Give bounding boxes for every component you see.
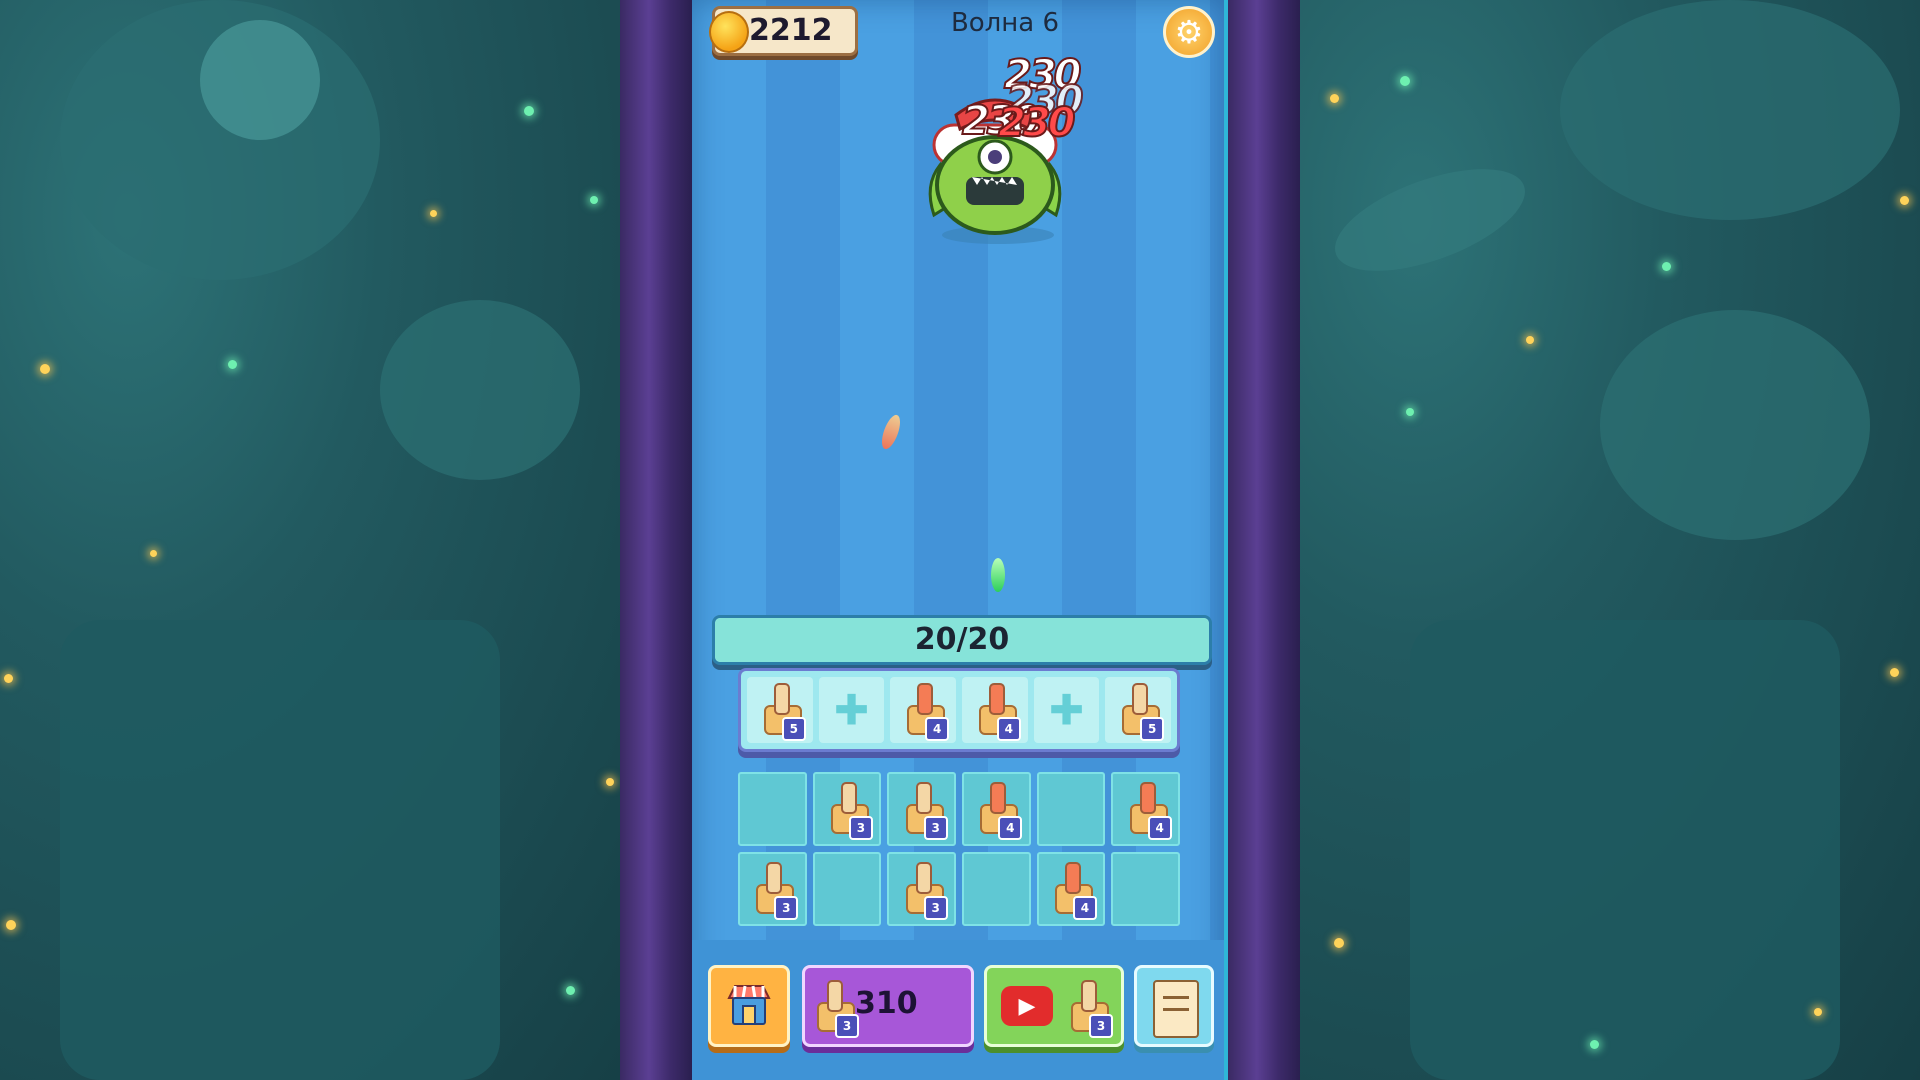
deploy-slot[interactable]: ✚ <box>818 677 885 743</box>
grid-cell[interactable] <box>1036 772 1106 846</box>
base-health-bar: 20/20 <box>712 615 1212 665</box>
video-play-icon: ▶ <box>1001 986 1053 1026</box>
grid-cell[interactable]: 3 <box>738 852 807 926</box>
turret-level-badge: 4 <box>998 815 1023 840</box>
buy-price: 310 <box>855 986 918 1021</box>
frame-left <box>620 0 698 1080</box>
settings-button[interactable]: ⚙ <box>1163 6 1215 58</box>
turret-icon: 4 <box>976 781 1023 840</box>
turret-icon: 3 <box>1067 980 1113 1038</box>
shop-button[interactable] <box>708 965 790 1047</box>
turret-level-badge: 3 <box>774 895 799 920</box>
grid-cell[interactable] <box>1111 852 1180 926</box>
turret-level-badge: 3 <box>848 815 873 840</box>
grid-cell[interactable]: 4 <box>1036 852 1106 926</box>
grid-cell[interactable]: 3 <box>812 772 882 846</box>
turret-icon: 5 <box>1118 682 1165 741</box>
turret-icon: 4 <box>975 682 1021 741</box>
turret-level-badge: 3 <box>923 815 948 840</box>
deploy-slot[interactable]: ✚ <box>1033 677 1100 743</box>
cannon-decoration <box>1410 620 1840 1080</box>
grid-cell[interactable]: 4 <box>961 772 1031 846</box>
turret-icon: 3 <box>813 980 859 1038</box>
watch-ad-button[interactable]: ▶ 3 <box>984 965 1124 1047</box>
turret-icon: 5 <box>760 682 806 741</box>
turret-icon: 3 <box>752 861 799 920</box>
deploy-slot[interactable]: 5 <box>747 677 813 743</box>
turret-icon: 3 <box>902 861 948 920</box>
scroll-icon <box>1153 980 1199 1038</box>
ufo-decoration <box>1322 148 1538 292</box>
coin-amount: 2212 <box>749 13 833 48</box>
grid-cell[interactable] <box>961 852 1031 926</box>
turret-level-badge: 3 <box>1089 1014 1113 1038</box>
turret-icon: 3 <box>902 781 948 840</box>
spiky-monster-decoration <box>1600 310 1870 540</box>
deploy-row: 5 ✚ 4 4 ✚ 5 <box>738 668 1180 752</box>
deploy-slot[interactable]: 4 <box>962 677 1028 743</box>
grid-cell[interactable]: 3 <box>887 852 956 926</box>
turret-level-badge: 4 <box>925 716 950 741</box>
turret-level-badge: 5 <box>781 716 806 741</box>
grid-cell[interactable] <box>812 852 882 926</box>
turret-icon: 4 <box>1051 861 1097 920</box>
frame-right <box>1222 0 1300 1080</box>
damage-number: 230 <box>997 99 1076 147</box>
buy-turret-button[interactable]: 3 310 <box>802 965 974 1047</box>
turret-icon: 3 <box>827 781 873 840</box>
turret-level-badge: 3 <box>923 895 948 920</box>
plus-icon: ✚ <box>833 685 870 735</box>
tasks-button[interactable] <box>1134 965 1214 1047</box>
merge-grid: 3 3 4 4 3 3 4 <box>738 772 1180 926</box>
grid-cell[interactable]: 3 <box>887 772 956 846</box>
turret-icon: 4 <box>903 682 950 741</box>
plus-icon: ✚ <box>1048 685 1085 735</box>
grid-cell[interactable] <box>738 772 807 846</box>
base-health-text: 20/20 <box>914 622 1010 657</box>
turret-icon: 4 <box>1126 781 1172 840</box>
turret-level-badge: 4 <box>1147 815 1172 840</box>
background-left <box>0 0 640 1080</box>
spiky-monster-decoration <box>380 300 580 480</box>
coin-icon <box>709 11 749 53</box>
cannon-decoration <box>60 620 500 1080</box>
eye-decoration <box>200 20 320 140</box>
deploy-slot[interactable]: 4 <box>890 677 957 743</box>
wave-label: Волна 6 <box>950 8 1060 38</box>
turret-level-badge: 4 <box>1072 895 1097 920</box>
deploy-slot[interactable]: 5 <box>1105 677 1172 743</box>
turret-level-badge: 5 <box>1140 716 1165 741</box>
shop-icon <box>727 985 771 1025</box>
coin-counter: 2212 <box>709 6 858 56</box>
grid-cell[interactable]: 4 <box>1111 772 1180 846</box>
projectile <box>991 558 1005 592</box>
turret-level-badge: 4 <box>996 716 1021 741</box>
gear-icon: ⚙ <box>1174 13 1204 51</box>
background-right <box>1290 0 1920 1080</box>
monster-decoration <box>1560 0 1900 220</box>
